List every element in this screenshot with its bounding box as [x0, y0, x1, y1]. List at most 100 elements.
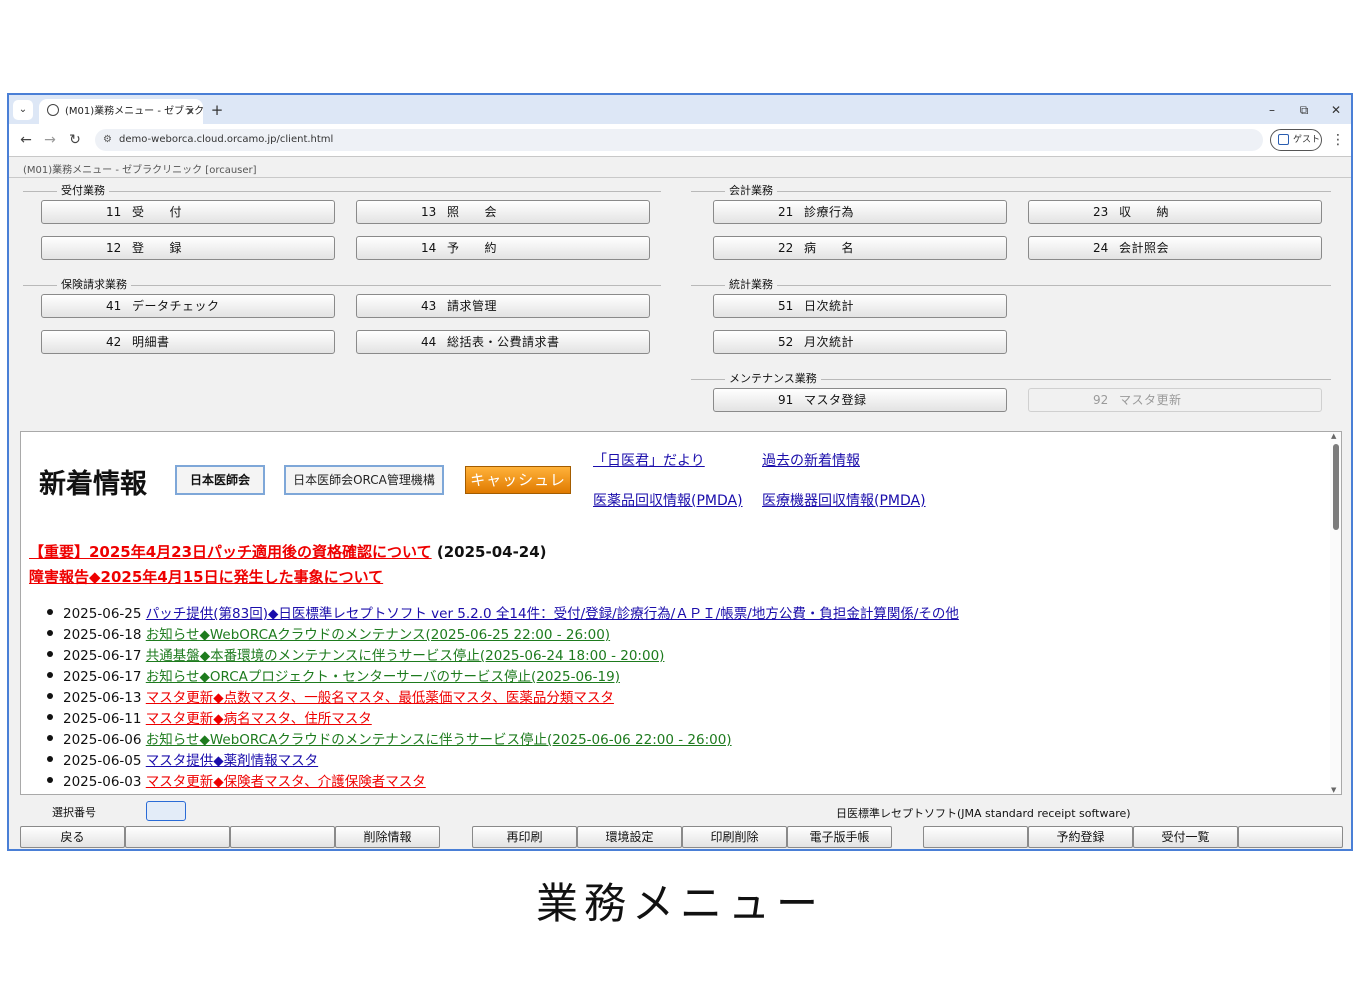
address-bar[interactable]: ⚙ demo-weborca.cloud.orcamo.jp/client.ht…: [95, 129, 1263, 151]
nichii-news-link[interactable]: 「日医君」だより: [593, 450, 705, 470]
news-item-link[interactable]: パッチ提供(第83回)◆日医標準レセプトソフト ver 5.2.0 全14件：受…: [146, 606, 959, 622]
group-maintenance-label: メンテナンス業務: [725, 373, 821, 385]
menu-label: データチェック: [132, 299, 220, 313]
profile-label: ゲスト: [1293, 135, 1321, 145]
news-scrollbar[interactable]: ▲ ▼: [1330, 432, 1341, 794]
news-list: 2025-06-25 パッチ提供(第83回)◆日医標準レセプトソフト ver 5…: [47, 604, 959, 793]
menu-button-44[interactable]: 44 総括表・公費請求書: [356, 330, 650, 354]
incident-report-link[interactable]: 障害報告◆2025年4月15日に発生した事象について: [29, 566, 383, 587]
bullet-icon: [47, 693, 53, 699]
scroll-down-icon[interactable]: ▼: [1331, 786, 1336, 794]
scroll-up-icon[interactable]: ▲: [1331, 432, 1336, 440]
menu-label: マスタ更新: [1119, 393, 1182, 407]
menu-button-24[interactable]: 24 会計照会: [1028, 236, 1322, 260]
news-title: 新着情報: [39, 469, 147, 500]
back-arrow-icon[interactable]: ←: [15, 130, 37, 150]
bullet-icon: [47, 714, 53, 720]
profile-button[interactable]: ゲスト: [1270, 129, 1322, 151]
menu-button-12[interactable]: 12 登 録: [41, 236, 335, 260]
news-item-date: 2025-06-17: [63, 669, 142, 685]
function-key-f2[interactable]: [125, 826, 230, 848]
jma-logo-link[interactable]: 日本医師会: [175, 465, 265, 495]
function-key-f11[interactable]: 受付一覧: [1133, 826, 1238, 848]
menu-button-11[interactable]: 11 受 付: [41, 200, 335, 224]
function-key-f9[interactable]: [923, 826, 1028, 848]
menu-button-43[interactable]: 43 請求管理: [356, 294, 650, 318]
menu-button-52[interactable]: 52 月次統計: [713, 330, 1007, 354]
tab-close-icon[interactable]: ✕: [186, 99, 195, 124]
menu-button-21[interactable]: 21 診療行為: [713, 200, 1007, 224]
menu-button-23[interactable]: 23 収 納: [1028, 200, 1322, 224]
group-statistics-label: 統計業務: [725, 279, 777, 291]
news-item-link[interactable]: お知らせ◆WebORCAクラウドのメンテナンスに伴うサービス停止(2025-06…: [146, 732, 732, 748]
select-number-label: 選択番号: [52, 806, 96, 819]
news-item-link[interactable]: お知らせ◆WebORCAクラウドのメンテナンス(2025-06-25 22:00…: [146, 627, 610, 643]
news-item-date: 2025-06-17: [63, 648, 142, 664]
menu-button-22[interactable]: 22 病 名: [713, 236, 1007, 260]
menu-button-14[interactable]: 14 予 約: [356, 236, 650, 260]
menu-button-51[interactable]: 51 日次統計: [713, 294, 1007, 318]
function-key-f7[interactable]: 印刷削除: [682, 826, 787, 848]
drug-recall-link[interactable]: 医薬品回収情報(PMDA): [593, 490, 743, 510]
forward-arrow-icon[interactable]: →: [39, 130, 61, 150]
news-item-link[interactable]: お知らせ◆ORCAプロジェクト・センターサーバのサービス停止(2025-06-1…: [146, 669, 620, 685]
reload-icon[interactable]: ↻: [64, 130, 86, 150]
menu-label: 診療行為: [804, 205, 855, 219]
menu-button-42[interactable]: 42 明細書: [41, 330, 335, 354]
function-key-f1[interactable]: 戻る: [20, 826, 125, 848]
important-notice-date: (2025-04-24): [436, 543, 547, 561]
title-divider: [9, 177, 1351, 178]
menu-number: 41: [106, 299, 122, 313]
news-panel: 新着情報 日本医師会 日本医師会ORCA管理機構 キャッシュレス 「日医君」だよ…: [20, 431, 1342, 795]
function-key-f6[interactable]: 環境設定: [577, 826, 682, 848]
past-news-link[interactable]: 過去の新着情報: [762, 450, 860, 470]
select-number-input[interactable]: [146, 801, 186, 821]
important-notice: 【重要】2025年4月23日パッチ適用後の資格確認について (2025-04-2…: [29, 541, 547, 562]
group-reception-label: 受付業務: [57, 185, 109, 197]
function-key-f5[interactable]: 再印刷: [472, 826, 577, 848]
device-recall-link[interactable]: 医療機器回収情報(PMDA): [762, 490, 926, 510]
function-key-f4[interactable]: 削除情報: [335, 826, 440, 848]
browser-tab[interactable]: (M01)業務メニュー - ゼブラクリニッ ✕: [39, 99, 203, 124]
menu-number: 22: [778, 241, 794, 255]
site-info-icon[interactable]: ⚙: [103, 129, 112, 151]
browser-toolbar: ← → ↻ ⚙ demo-weborca.cloud.orcamo.jp/cli…: [9, 124, 1351, 156]
menu-label: 明細書: [132, 335, 170, 349]
news-item-date: 2025-06-25: [63, 606, 142, 622]
menu-button-91[interactable]: 91 マスタ登録: [713, 388, 1007, 412]
function-key-f12[interactable]: [1238, 826, 1343, 848]
news-item-link[interactable]: マスタ提供◆薬剤情報マスタ: [146, 753, 318, 769]
new-tab-icon[interactable]: +: [207, 100, 227, 120]
scrollbar-thumb[interactable]: [1333, 444, 1339, 530]
bullet-icon: [47, 630, 53, 636]
tab-title: (M01)業務メニュー - ゼブラクリニッ: [65, 106, 203, 117]
tab-search-chevron-icon[interactable]: ⌄: [13, 100, 33, 120]
restore-icon[interactable]: ⧉: [1289, 99, 1319, 121]
function-key-f10[interactable]: 予約登録: [1028, 826, 1133, 848]
orca-logo-link[interactable]: 日本医師会ORCA管理機構: [284, 465, 444, 495]
menu-number: 13: [421, 205, 437, 219]
news-item-link[interactable]: マスタ更新◆保険者マスタ、介護保険者マスタ: [146, 774, 426, 790]
news-item-link[interactable]: マスタ更新◆点数マスタ、一般名マスタ、最低薬価マスタ、医薬品分類マスタ: [146, 690, 614, 706]
profile-icon: [1278, 134, 1289, 145]
menu-button-41[interactable]: 41 データチェック: [41, 294, 335, 318]
important-notice-link[interactable]: 【重要】2025年4月23日パッチ適用後の資格確認について: [29, 543, 432, 561]
window-close-icon[interactable]: ✕: [1321, 99, 1351, 121]
news-item: 2025-06-17 お知らせ◆ORCAプロジェクト・センターサーバのサービス停…: [47, 667, 959, 688]
news-item-link[interactable]: 共通基盤◆本番環境のメンテナンスに伴うサービス停止(2025-06-24 18:…: [146, 648, 665, 664]
menu-number: 51: [778, 299, 794, 313]
group-accounting: 会計業務: [691, 185, 1331, 197]
news-item: 2025-06-03 マスタ更新◆保険者マスタ、介護保険者マスタ: [47, 772, 959, 793]
browser-menu-icon[interactable]: ⋮: [1331, 130, 1345, 150]
minimize-icon[interactable]: –: [1257, 99, 1287, 121]
cashless-banner-link[interactable]: キャッシュレス: [465, 466, 571, 515]
menu-number: 52: [778, 335, 794, 349]
menu-number: 43: [421, 299, 437, 313]
menu-label: 会計照会: [1119, 241, 1170, 255]
function-key-f8[interactable]: 電子版手帳: [787, 826, 892, 848]
menu-number: 91: [778, 393, 794, 407]
function-key-f3[interactable]: [230, 826, 335, 848]
news-item-link[interactable]: マスタ更新◆病名マスタ、住所マスタ: [146, 711, 372, 727]
menu-label: 請求管理: [447, 299, 498, 313]
menu-button-13[interactable]: 13 照 会: [356, 200, 650, 224]
